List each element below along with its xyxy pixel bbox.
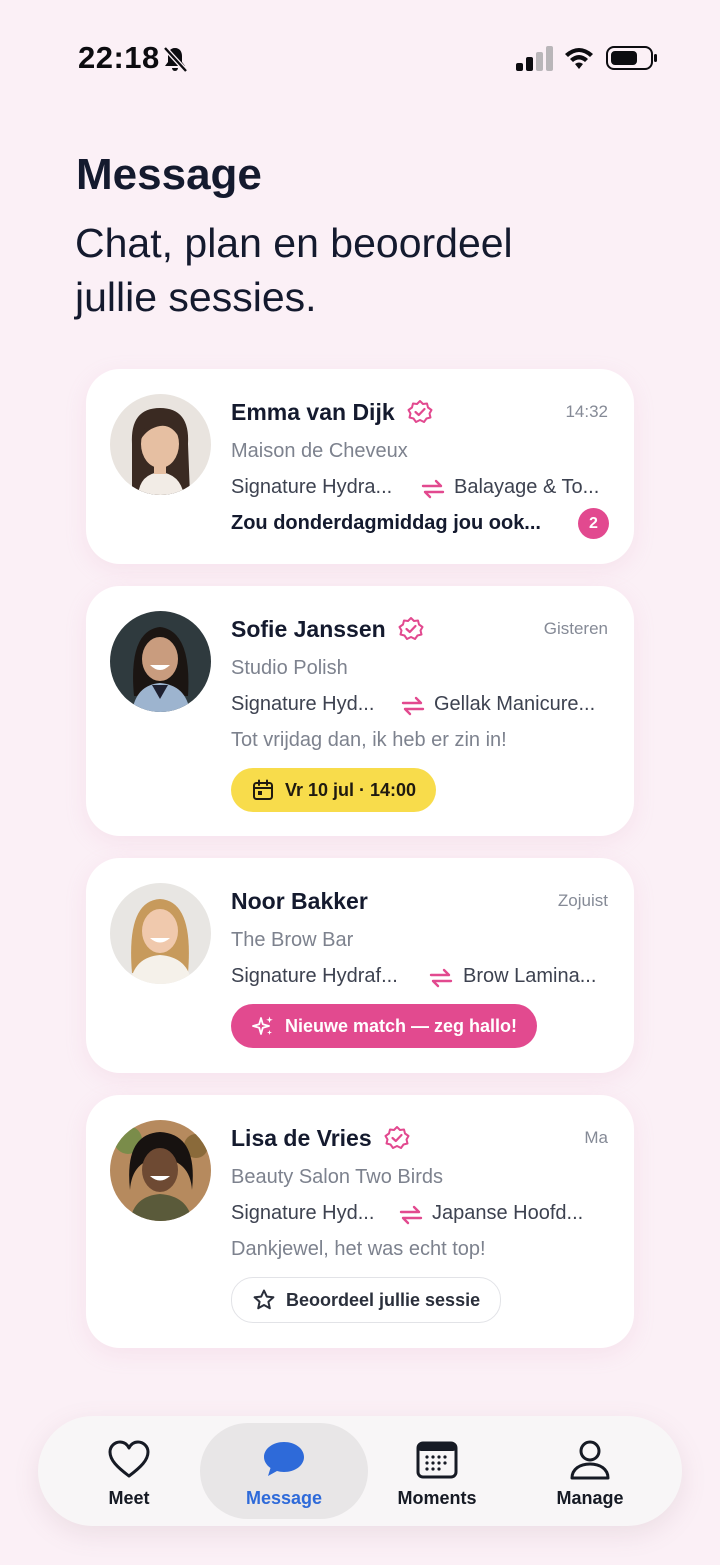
- tab-manage[interactable]: Manage: [545, 1416, 635, 1526]
- message-preview: Zou donderdagmiddag jou ook...: [231, 512, 541, 534]
- appointment-date-pill[interactable]: Vr 10 jul · 14:00: [231, 768, 437, 812]
- avatar: [110, 1120, 211, 1221]
- tab-moments-label: Moments: [397, 1488, 477, 1508]
- new-match-label: Nieuwe match — zeg hallo!: [285, 1015, 518, 1036]
- calendar-grid-icon: [416, 1441, 458, 1479]
- page-title: Message: [76, 150, 262, 199]
- verified-badge-icon: [407, 400, 433, 423]
- service-offered: Signature Hyd...: [231, 1202, 375, 1224]
- contact-name: Noor Bakker: [231, 887, 368, 914]
- service-offered: Signature Hydraf...: [231, 965, 398, 987]
- swap-arrows-icon: [399, 1205, 423, 1225]
- bottom-nav: Meet Message Moments Manage: [38, 1416, 682, 1526]
- swap-arrows-icon: [421, 479, 445, 499]
- salon-name: Maison de Cheveux: [231, 440, 408, 462]
- avatar: [110, 883, 211, 984]
- contact-name: Sofie Janssen: [231, 615, 386, 642]
- service-offered: Signature Hydra...: [231, 476, 393, 498]
- salon-name: Beauty Salon Two Birds: [231, 1166, 443, 1188]
- tab-message-label: Message: [245, 1488, 323, 1508]
- contact-name: Lisa de Vries: [231, 1124, 372, 1151]
- message-time: Zojuist: [557, 891, 608, 910]
- service-swap: Signature Hyd... Japanse Hoofd...: [231, 1202, 611, 1228]
- contact-name: Emma van Dijk: [231, 398, 395, 425]
- tab-manage-label: Manage: [556, 1488, 624, 1508]
- unread-count-badge: 2: [578, 508, 609, 539]
- status-bar: 22:18: [0, 0, 720, 110]
- verified-badge-icon: [384, 1126, 410, 1149]
- service-wanted: Brow Lamina...: [463, 965, 597, 987]
- service-swap: Signature Hydra... Balayage & To...: [231, 476, 611, 502]
- message-preview: Tot vrijdag dan, ik heb er zin in!: [231, 729, 507, 751]
- calendar-icon: [253, 779, 273, 800]
- person-icon: [570, 1440, 610, 1480]
- conversation-card[interactable]: Noor Bakker Zojuist The Brow Bar Signatu…: [86, 858, 634, 1073]
- cellular-signal-icon: [516, 46, 553, 71]
- page-subtitle: Chat, plan en beoordeel jullie sessies.: [75, 220, 513, 320]
- message-time: 14:32: [565, 402, 608, 421]
- verified-badge-icon: [398, 617, 424, 640]
- sparkles-icon: [252, 1016, 273, 1035]
- swap-arrows-icon: [401, 696, 425, 716]
- service-offered: Signature Hyd...: [231, 693, 375, 715]
- chat-bubble-icon: [264, 1442, 304, 1476]
- service-wanted: Balayage & To...: [454, 476, 600, 498]
- star-icon: [253, 1289, 275, 1310]
- swap-arrows-icon: [429, 968, 453, 988]
- battery-icon: [606, 46, 657, 70]
- service-wanted: Gellak Manicure...: [434, 693, 596, 715]
- appointment-date-label: Vr 10 jul · 14:00: [285, 779, 417, 800]
- bell-muted-icon: [163, 46, 188, 73]
- avatar: [110, 611, 211, 712]
- new-match-pill[interactable]: Nieuwe match — zeg hallo!: [231, 1004, 538, 1048]
- conversation-card[interactable]: Lisa de Vries Ma Beauty Salon Two Birds …: [86, 1095, 634, 1348]
- tab-moments[interactable]: Moments: [392, 1416, 482, 1526]
- message-time: Ma: [584, 1128, 608, 1147]
- salon-name: The Brow Bar: [231, 929, 354, 951]
- service-swap: Signature Hydraf... Brow Lamina...: [231, 965, 611, 991]
- avatar: [110, 394, 211, 495]
- message-preview: Dankjewel, het was echt top!: [231, 1238, 486, 1260]
- review-session-label: Beoordeel jullie sessie: [286, 1289, 481, 1310]
- salon-name: Studio Polish: [231, 657, 348, 679]
- tab-meet-label: Meet: [108, 1488, 150, 1508]
- review-session-button[interactable]: Beoordeel jullie sessie: [231, 1277, 502, 1323]
- status-time: 22:18: [78, 40, 160, 75]
- conversation-card[interactable]: Emma van Dijk 14:32 Maison de Cheveux Si…: [86, 369, 634, 564]
- tab-message[interactable]: Message: [239, 1416, 329, 1526]
- heart-icon: [108, 1440, 150, 1478]
- message-time: Gisteren: [543, 619, 608, 638]
- conversation-card[interactable]: Sofie Janssen Gisteren Studio Polish Sig…: [86, 586, 634, 836]
- service-swap: Signature Hyd... Gellak Manicure...: [231, 693, 611, 719]
- wifi-icon: [565, 48, 593, 69]
- tab-meet[interactable]: Meet: [84, 1416, 174, 1526]
- service-wanted: Japanse Hoofd...: [432, 1202, 584, 1224]
